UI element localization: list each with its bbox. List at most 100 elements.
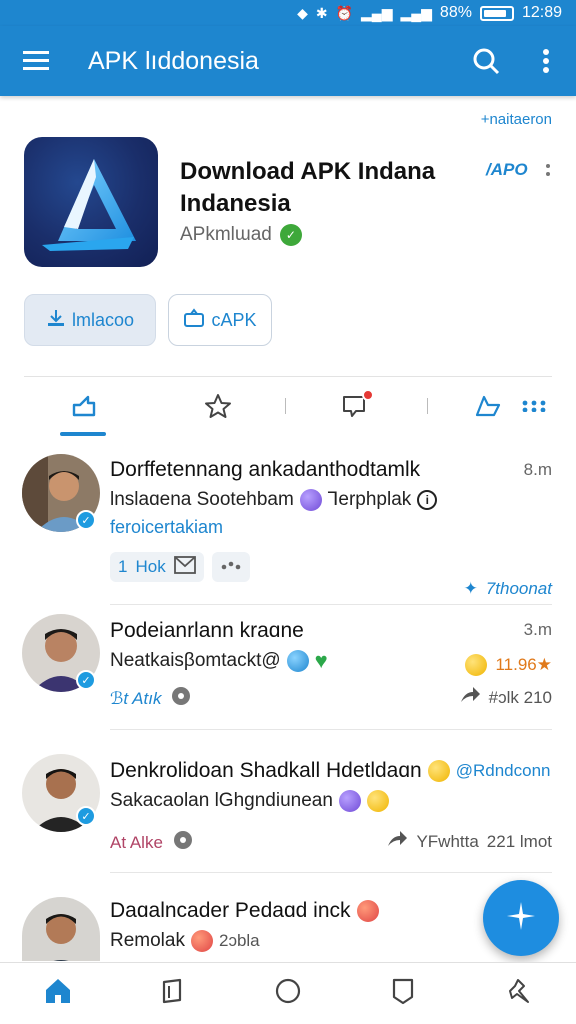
battery-percent: 88% — [439, 4, 472, 21]
tab-share[interactable] — [62, 390, 106, 426]
feed-item-subtitle-text: Remolak — [110, 930, 185, 951]
nav-home[interactable] — [28, 964, 88, 1024]
feed-item-link[interactable]: feroicertakiam — [110, 517, 223, 538]
feed-item-title-text: Daɑalncader Pedaɑd inck — [110, 899, 351, 922]
nav-discover[interactable] — [258, 964, 318, 1024]
home-icon — [43, 977, 73, 1010]
app-headline-line1: Download APK Indana — [180, 158, 436, 185]
menu-icon[interactable] — [0, 26, 72, 96]
like-icon — [474, 393, 502, 424]
feed-item-title[interactable]: Dorffetennang ankadanthodtamlk — [110, 458, 420, 482]
feed-item-subtitle: Sakacaolan lGhgndiunean — [110, 790, 389, 812]
feed-item-title[interactable]: Denkrolidoan Shadkall Hdetldaɑn @Rdndcon… — [110, 759, 550, 783]
feed-item-title[interactable]: Daɑalncader Pedaɑd inck — [110, 899, 379, 923]
avatar-badge-icon: ✓ — [76, 806, 96, 826]
verified-icon: ✓ — [279, 224, 302, 246]
feed-item-action-label: 7thoonat — [485, 579, 552, 598]
compose-fab-button[interactable] — [483, 880, 559, 956]
chip-prefix: 1 — [118, 557, 128, 576]
feed-item-share[interactable]: YFwhtta 221 lmot — [386, 830, 552, 853]
nav-library[interactable] — [143, 964, 203, 1024]
feed-item-meta: ℬt Atık — [110, 686, 191, 711]
emoji-icon — [299, 488, 322, 511]
feed-item-share[interactable]: #ɔlk 210 — [459, 686, 552, 709]
tab-rate[interactable] — [468, 390, 508, 426]
sparkle-icon: ✦ — [463, 579, 478, 598]
feed-item-time: 3.m — [523, 620, 552, 639]
star-outline-icon — [204, 393, 232, 424]
feed-item-subtitle-tail: 2ɔbla — [218, 931, 260, 950]
feed-item-reactions[interactable]: 11.96★ — [465, 654, 552, 676]
status-time: 12:89 — [521, 4, 562, 21]
app-headline-line2: Indanesia — [180, 190, 291, 217]
status-bar: ◆ ✱ ⏰ ▂▄▆ ▂▄▆ 88% 12:89 — [0, 0, 576, 26]
meta-label[interactable]: At Alke — [110, 833, 163, 853]
chip-label: Hok — [135, 557, 166, 576]
avatar-badge-icon: ✓ — [76, 510, 96, 530]
tab-favorites[interactable] — [196, 390, 240, 426]
search-icon[interactable] — [456, 26, 516, 96]
feed-item-time: 8.m — [523, 460, 552, 479]
feed-item-subtitle: Remolak 2ɔbla — [110, 930, 260, 952]
divider — [110, 872, 552, 873]
more-dots-icon — [521, 399, 547, 417]
publisher-name: APkmlɯad — [180, 224, 272, 245]
tab-active-indicator — [60, 432, 106, 436]
promo-link[interactable]: +naitaeron — [481, 111, 552, 128]
feed-item-title-tail: @Rdndconn — [455, 761, 551, 780]
settings-icon[interactable] — [173, 830, 193, 855]
alarm-icon: ⏰ — [335, 4, 354, 21]
pin-icon — [504, 977, 532, 1010]
avatar[interactable] — [22, 897, 100, 961]
angry-emoji-icon — [190, 930, 213, 952]
feed-item-subtitle: Neatkaisβomtackt@ ♥ — [110, 648, 328, 674]
install-button[interactable]: lmlacoo — [24, 294, 156, 346]
share-count: 221 lmot — [486, 831, 552, 851]
app-publisher[interactable]: APkmlɯad ✓ — [180, 224, 302, 246]
feed-item-title-text: Denkrolidoan Shadkall Hdetldaɑn — [110, 759, 422, 782]
reaction-emoji-icon — [465, 654, 488, 676]
info-icon[interactable]: i — [417, 489, 438, 510]
feed-item-action[interactable]: ✦ 7thoonat — [464, 579, 552, 599]
nav-profile[interactable] — [488, 964, 548, 1024]
plus-sparkle-icon — [504, 899, 538, 938]
dots-icon — [220, 557, 242, 577]
tab-comments[interactable] — [332, 388, 376, 426]
avatar-badge-icon: ✓ — [76, 670, 96, 690]
package-icon — [183, 307, 205, 333]
chat-emoji-icon — [286, 650, 309, 672]
chip-hok[interactable]: 1 Hok — [110, 552, 204, 582]
share-text: #ɔlk 210 — [488, 687, 552, 707]
tab-more[interactable] — [516, 390, 552, 426]
mail-icon — [173, 555, 196, 579]
app-more-icon[interactable] — [538, 158, 558, 182]
divider — [110, 604, 552, 605]
app-bar: APK lıddonesia — [0, 26, 576, 96]
feed-item-subtitle-text: Sakacaolan lGhgndiunean — [110, 790, 333, 811]
app-title: APK lıddonesia — [88, 46, 259, 75]
settings-icon[interactable] — [171, 686, 191, 711]
tab-separator — [427, 398, 428, 414]
feed-item-subtitle: lnslaɑena Sootehbam Ꞁerphplak i — [110, 488, 438, 511]
reaction-count: 11.96★ — [495, 655, 552, 674]
feed-item-subtitle-text: lnslaɑena Sootehbam — [110, 488, 294, 510]
bookmark-icon — [390, 977, 416, 1010]
notification-dot — [362, 388, 374, 401]
chip-row: 1 Hok — [110, 552, 250, 582]
surprised-emoji-icon — [427, 760, 450, 782]
share-text: YFwhtta — [416, 831, 479, 851]
app-headline: Download APK Indana Indanesia — [180, 156, 460, 220]
feed-item-subtitle-tail: Ꞁerphplak — [327, 489, 412, 510]
chip-more[interactable] — [211, 552, 250, 582]
meta-label[interactable]: ℬt Atık — [110, 689, 161, 709]
emoji-icon — [338, 790, 361, 812]
signal-icon-2: ▂▄▆ — [400, 4, 432, 21]
install-button-label: lmlacoo — [71, 309, 135, 330]
feed-item-title[interactable]: Podeianrlann kraɑne — [110, 619, 304, 643]
divider — [110, 729, 552, 730]
apk-button[interactable]: cAPK — [168, 294, 272, 346]
divider — [24, 376, 552, 377]
overflow-menu-icon[interactable] — [516, 26, 576, 96]
app-tag: /APO — [486, 160, 528, 179]
nav-saved[interactable] — [373, 964, 433, 1024]
